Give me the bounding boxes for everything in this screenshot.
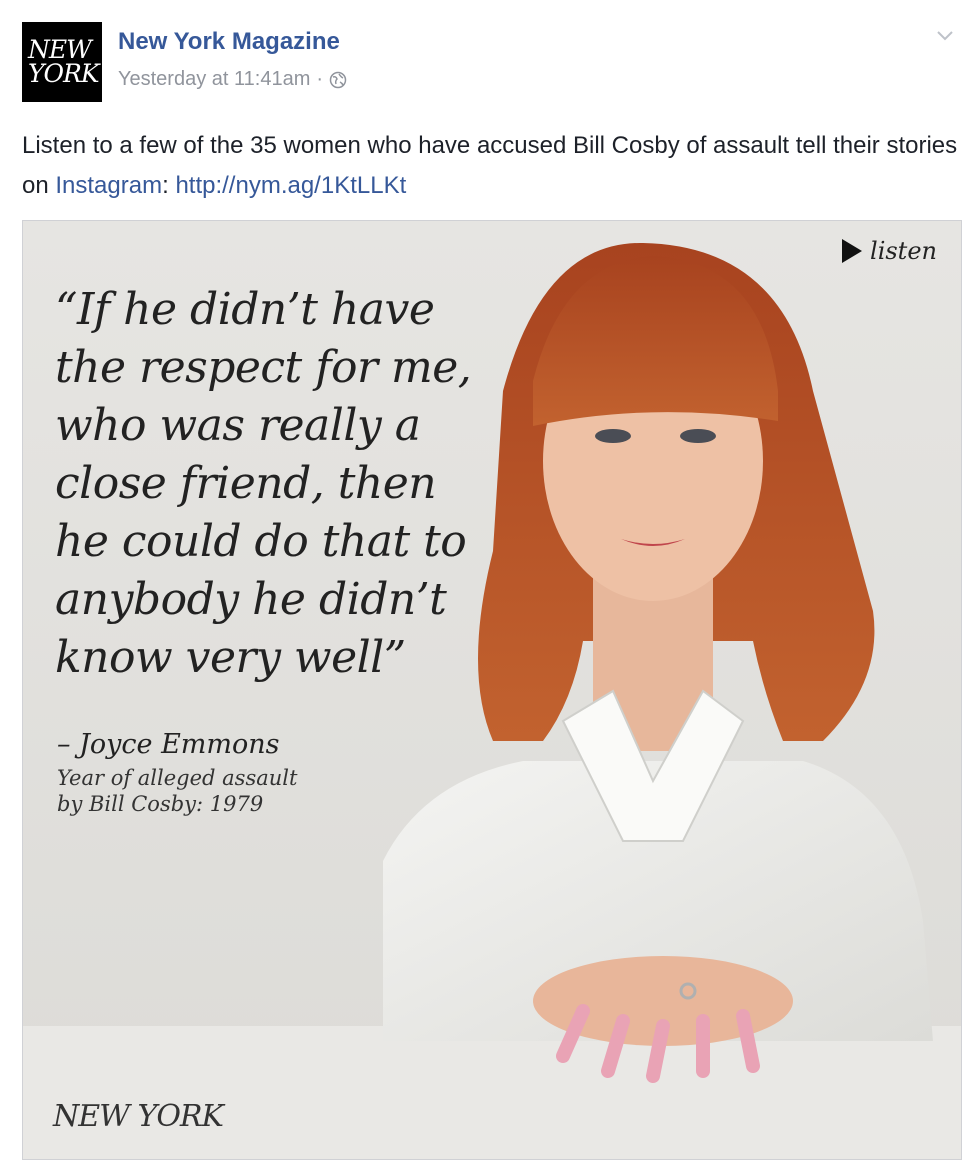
detail-line-1: Year of alleged assault [57, 766, 298, 790]
listen-label: listen [870, 237, 937, 265]
post-text-part-2: : [162, 172, 176, 199]
avatar-line-2: YORK [28, 59, 99, 88]
post-message: Listen to a few of the 35 women who have… [22, 126, 962, 206]
page-avatar[interactable]: NEW YORK [22, 22, 102, 102]
play-icon [842, 239, 863, 263]
post-timestamp[interactable]: Yesterday at 11:41am [118, 68, 310, 91]
magazine-logo: NEW YORK [53, 1099, 224, 1134]
globe-icon[interactable] [329, 71, 347, 89]
article-url-link[interactable]: http://nym.ag/1KtLLKt [175, 172, 406, 199]
post-meta: Yesterday at 11:41am · [118, 68, 347, 91]
meta-separator: · [316, 68, 324, 90]
quote-text: “If he didn’t have the respect for me, w… [55, 284, 472, 683]
listen-button[interactable]: listen [842, 237, 937, 265]
instagram-link[interactable]: Instagram [55, 172, 162, 199]
quote-attribution: – Joyce Emmons [57, 729, 280, 760]
post-photo[interactable]: listen “If he didn’t have the respect fo… [22, 220, 962, 1160]
chevron-down-icon[interactable] [934, 24, 956, 46]
page-name-link[interactable]: New York Magazine [118, 28, 340, 56]
detail-line-2: by Bill Cosby: 1979 [57, 792, 264, 816]
quote-detail: Year of alleged assault by Bill Cosby: 1… [57, 765, 357, 817]
